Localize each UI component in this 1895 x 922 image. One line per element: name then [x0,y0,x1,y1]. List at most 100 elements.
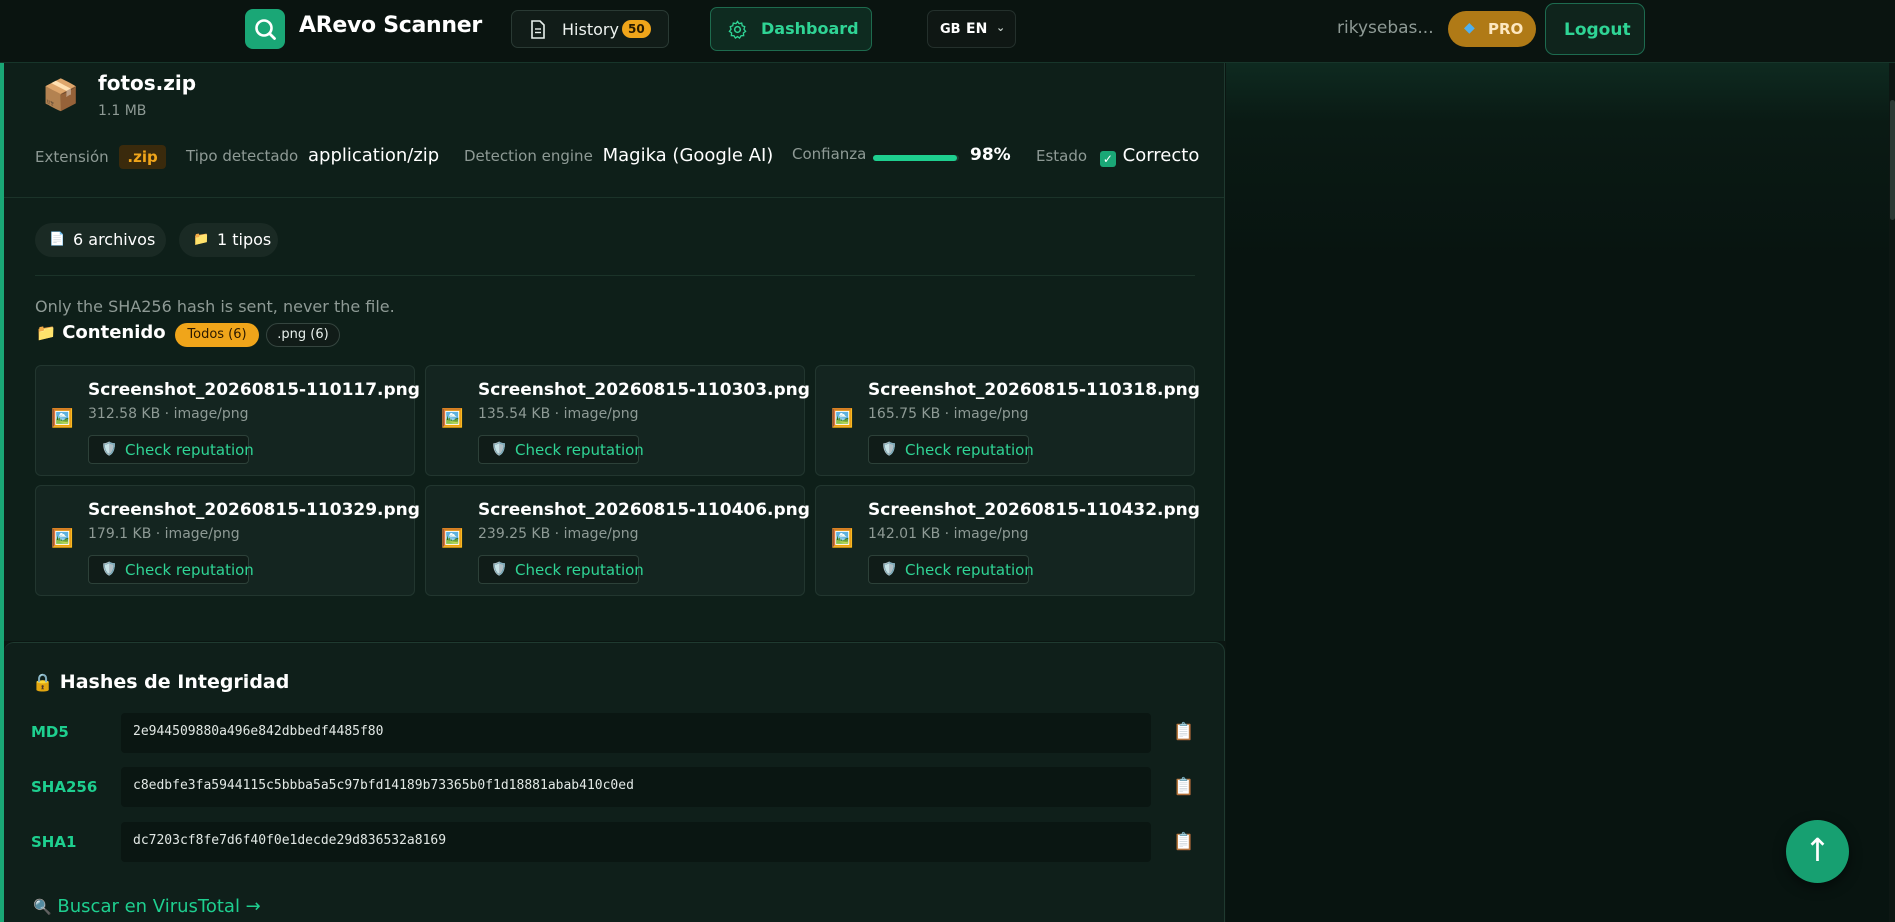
username[interactable]: rikysebas... [1337,18,1434,38]
top-navbar: ARevo Scanner History 50 Dashboard GB EN… [0,0,1895,63]
clipboard-icon[interactable]: 📋 [1173,722,1194,742]
card-file-meta: 165.75 KB · image/png [868,406,1029,422]
engine-value: Magika (Google AI) [602,145,774,166]
check-reputation-button[interactable]: 🛡️ Check reputation [88,555,254,584]
scroll-to-top-button[interactable]: ↑ [1786,820,1849,883]
virustotal-link[interactable]: 🔍 Buscar en VirusTotal → [33,896,261,917]
filter-tab-png[interactable]: .png (6) [266,323,340,347]
confidence-field: Confianza [792,145,866,175]
card-file-meta: 142.01 KB · image/png [868,526,1029,542]
sha1-value-box[interactable]: dc7203cf8fe7d6f40f0e1decde29d836532a8169 [121,822,1151,862]
card-file-name: Screenshot_20260815-110329.png [88,500,420,520]
shield-icon: 🛡️ [101,442,118,457]
card-file-meta: 239.25 KB · image/png [478,526,639,542]
arrow-up-icon: ↑ [1804,831,1831,869]
md5-value-box[interactable]: 2e944509880a496e842dbbedf4485f80 [121,713,1151,753]
history-label: History [562,20,619,39]
file-size: 1.1 MB [98,103,147,119]
check-reputation-button[interactable]: 🛡️ Check reputation [478,555,644,584]
file-card: 🖼️ Screenshot_20260815-110432.png 142.01… [815,485,1200,596]
file-card: 🖼️ Screenshot_20260815-110117.png 312.58… [35,365,420,476]
check-reputation-label: Check reputation [905,561,1034,579]
check-reputation-button[interactable]: 🛡️ Check reputation [868,435,1034,464]
magnifier-icon: 🔍 [33,898,52,916]
shield-icon: 🛡️ [881,562,898,577]
card-file-meta: 135.54 KB · image/png [478,406,639,422]
lock-icon: 🔒 [32,673,54,693]
engine-label: Detection engine [464,147,593,165]
check-reputation-label: Check reputation [905,441,1034,459]
privacy-note: Only the SHA256 hash is sent, never the … [35,297,395,316]
chevron-down-icon: ⌄ [996,21,1006,34]
extension-label: Extensión [35,148,109,166]
hashes-title-label: Hashes de Integridad [59,671,290,693]
file-card: 🖼️ Screenshot_20260815-110318.png 165.75… [815,365,1200,476]
virustotal-link-label: Buscar en VirusTotal → [57,896,261,917]
sha256-value-box[interactable]: c8edbfe3fa5944115c5bbba5a5c97bfd14189b73… [121,767,1151,807]
types-count-pill: 📁 1 tipos [179,223,278,257]
dashboard-button[interactable]: Dashboard [710,7,872,51]
files-count-pill: 📄 6 archivos [35,223,166,257]
type-value: application/zip [308,145,440,166]
contents-title-label: Contenido [62,322,166,343]
check-reputation-button[interactable]: 🛡️ Check reputation [88,435,254,464]
card-file-meta: 312.58 KB · image/png [88,406,249,422]
confidence-label: Confianza [792,145,867,163]
image-icon: 🖼️ [51,528,74,549]
check-reputation-label: Check reputation [515,561,644,579]
document-icon [531,20,545,39]
confidence-bar-fill [873,155,958,161]
status-field: Estado ✓ Correcto [1036,145,1199,175]
card-file-name: Screenshot_20260815-110303.png [478,380,810,400]
clipboard-icon[interactable]: 📋 [1173,777,1194,797]
shield-icon: 🛡️ [101,562,118,577]
sha1-value: dc7203cf8fe7d6f40f0e1decde29d836532a8169 [133,833,447,848]
package-icon: 📦 [42,78,80,113]
card-file-name: Screenshot_20260815-110318.png [868,380,1200,400]
check-reputation-label: Check reputation [125,441,254,459]
md5-value: 2e944509880a496e842dbbedf4485f80 [133,724,384,739]
gear-icon [728,20,747,39]
check-reputation-label: Check reputation [125,561,254,579]
card-file-name: Screenshot_20260815-110432.png [868,500,1200,520]
clipboard-icon[interactable]: 📋 [1173,832,1194,852]
extension-chip: .zip [119,145,166,169]
pro-badge[interactable]: ◆ PRO [1448,11,1536,47]
file-card: 🖼️ Screenshot_20260815-110303.png 135.54… [425,365,810,476]
type-field: Tipo detectado application/zip [186,145,439,175]
confidence-bar [873,155,959,161]
engine-field: Detection engine Magika (Google AI) [464,145,773,175]
document-icon: 📄 [49,232,66,247]
history-button[interactable]: History 50 [511,10,669,48]
sha256-label: SHA256 [31,778,98,796]
filter-tab-all[interactable]: Todos (6) [175,323,259,347]
folder-icon: 📁 [193,232,210,247]
logout-label: Logout [1564,20,1631,40]
card-file-meta: 179.1 KB · image/png [88,526,240,542]
extension-field: Extensión .zip [35,145,166,175]
contents-title: 📁 Contenido [36,322,166,343]
history-count-badge: 50 [622,20,651,38]
app-title[interactable]: ARevo Scanner [299,13,482,38]
image-icon: 🖼️ [441,408,464,429]
sha1-label: SHA1 [31,833,77,851]
types-count-label: 1 tipos [217,230,272,249]
check-reputation-button[interactable]: 🛡️ Check reputation [868,555,1034,584]
scrollbar-thumb[interactable] [1890,100,1895,220]
divider [35,275,1195,276]
image-icon: 🖼️ [831,408,854,429]
check-reputation-label: Check reputation [515,441,644,459]
image-icon: 🖼️ [441,528,464,549]
shield-icon: 🛡️ [491,442,508,457]
app-logo[interactable] [245,9,285,49]
hashes-title: 🔒 Hashes de Integridad [32,671,289,693]
file-card: 🖼️ Screenshot_20260815-110329.png 179.1 … [35,485,420,596]
logout-button[interactable]: Logout [1545,3,1645,55]
language-selector[interactable]: GB EN ⌄ [927,10,1016,48]
check-reputation-button[interactable]: 🛡️ Check reputation [478,435,644,464]
shield-icon: 🛡️ [881,442,898,457]
status-value: Correcto [1122,145,1200,166]
divider [4,197,1224,198]
status-label: Estado [1036,147,1088,165]
image-icon: 🖼️ [831,528,854,549]
